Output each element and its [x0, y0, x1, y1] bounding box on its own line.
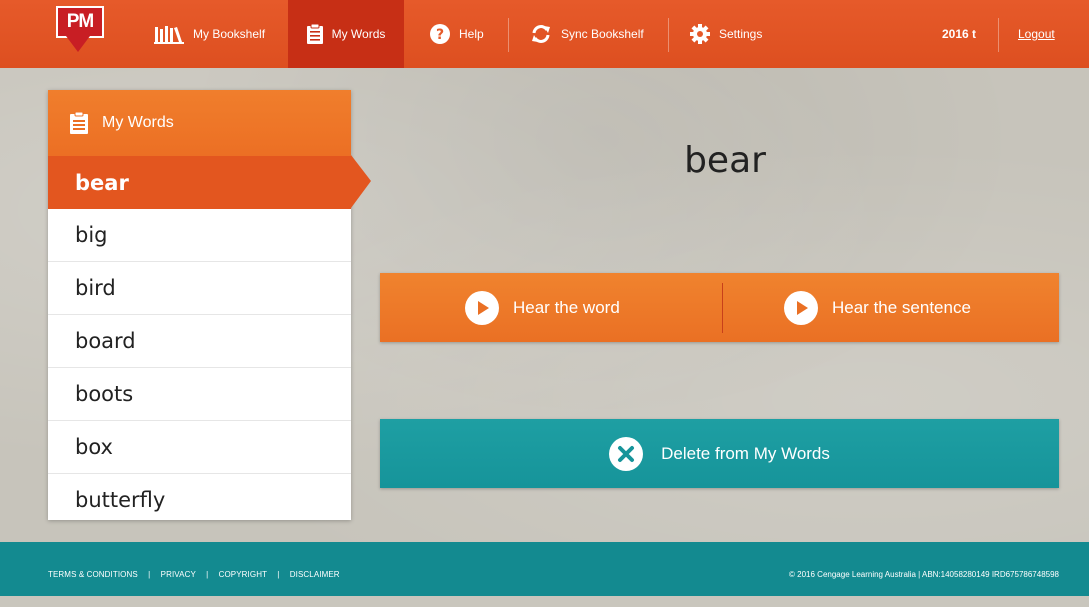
hear-word-button[interactable]: Hear the word [465, 273, 620, 342]
hear-sentence-label: Hear the sentence [832, 297, 971, 317]
word-list: bear big bird board boots box butterfly [48, 156, 351, 520]
hear-sentence-button[interactable]: Hear the sentence [784, 273, 971, 342]
word-item-bear[interactable]: bear [48, 156, 351, 209]
nav-divider [508, 18, 509, 52]
delete-label: Delete from My Words [661, 443, 830, 463]
word-item-bird[interactable]: bird [48, 262, 351, 315]
nav-my-bookshelf[interactable]: My Bookshelf [154, 0, 265, 68]
nav-settings[interactable]: Settings [690, 0, 762, 68]
play-circle-icon [465, 290, 499, 325]
word-item-board[interactable]: board [48, 315, 351, 368]
nav-label: Sync Bookshelf [561, 27, 644, 41]
gear-icon [690, 24, 710, 44]
nav-help[interactable]: ? Help [430, 0, 484, 68]
bookshelf-icon [154, 24, 184, 44]
copyright-link[interactable]: COPYRIGHT [219, 570, 267, 579]
audio-divider [722, 283, 723, 333]
nav-divider [998, 18, 999, 52]
copyright-text: © 2016 Cengage Learning Australia | ABN:… [789, 570, 1059, 579]
nav-label: Help [459, 27, 484, 41]
logout-link[interactable]: Logout [1018, 0, 1055, 68]
delete-from-my-words-button[interactable]: Delete from My Words [380, 419, 1059, 488]
svg-text:?: ? [436, 27, 444, 43]
panel-header: My Words [48, 90, 351, 156]
clipboard-icon [306, 24, 323, 44]
user-name: 2016 t [942, 27, 977, 41]
pm-logo[interactable]: PM [56, 6, 104, 56]
clipboard-icon [70, 112, 88, 134]
nav-divider [668, 18, 669, 52]
word-item-big[interactable]: big [48, 209, 351, 262]
close-circle-icon [609, 436, 644, 471]
nav-sync-bookshelf[interactable]: Sync Bookshelf [530, 0, 644, 68]
word-item-box[interactable]: box [48, 421, 351, 474]
current-word: bear [684, 140, 766, 181]
logo-pointer [66, 36, 90, 52]
nav-my-words[interactable]: My Words [288, 0, 404, 68]
footer-separator: | [148, 570, 151, 579]
privacy-link[interactable]: PRIVACY [161, 570, 196, 579]
logo-text: PM [56, 6, 104, 38]
question-circle-icon: ? [430, 24, 450, 44]
word-item-butterfly[interactable]: butterfly [48, 474, 351, 520]
panel-title: My Words [102, 114, 174, 131]
footer: TERMS & CONDITIONS | PRIVACY | COPYRIGHT… [0, 542, 1089, 596]
footer-separator: | [206, 570, 209, 579]
sync-icon [530, 24, 552, 44]
terms-link[interactable]: TERMS & CONDITIONS [48, 570, 138, 579]
hear-word-label: Hear the word [513, 297, 620, 317]
selected-word-pointer [351, 155, 371, 208]
play-circle-icon [784, 290, 818, 325]
nav-label: Settings [719, 27, 763, 41]
disclaimer-link[interactable]: DISCLAIMER [290, 570, 340, 579]
footer-separator: | [277, 570, 280, 579]
audio-controls-bar: Hear the word Hear the sentence [380, 273, 1059, 342]
top-navigation-bar: PM My Bookshelf My Words ? Help Sync Boo… [0, 0, 1089, 68]
word-item-boots[interactable]: boots [48, 368, 351, 421]
my-words-panel: My Words bear big bird board boots box b… [48, 90, 351, 520]
footer-links: TERMS & CONDITIONS | PRIVACY | COPYRIGHT… [48, 542, 340, 596]
nav-label: My Bookshelf [193, 27, 266, 41]
nav-label: My Words [331, 27, 386, 41]
